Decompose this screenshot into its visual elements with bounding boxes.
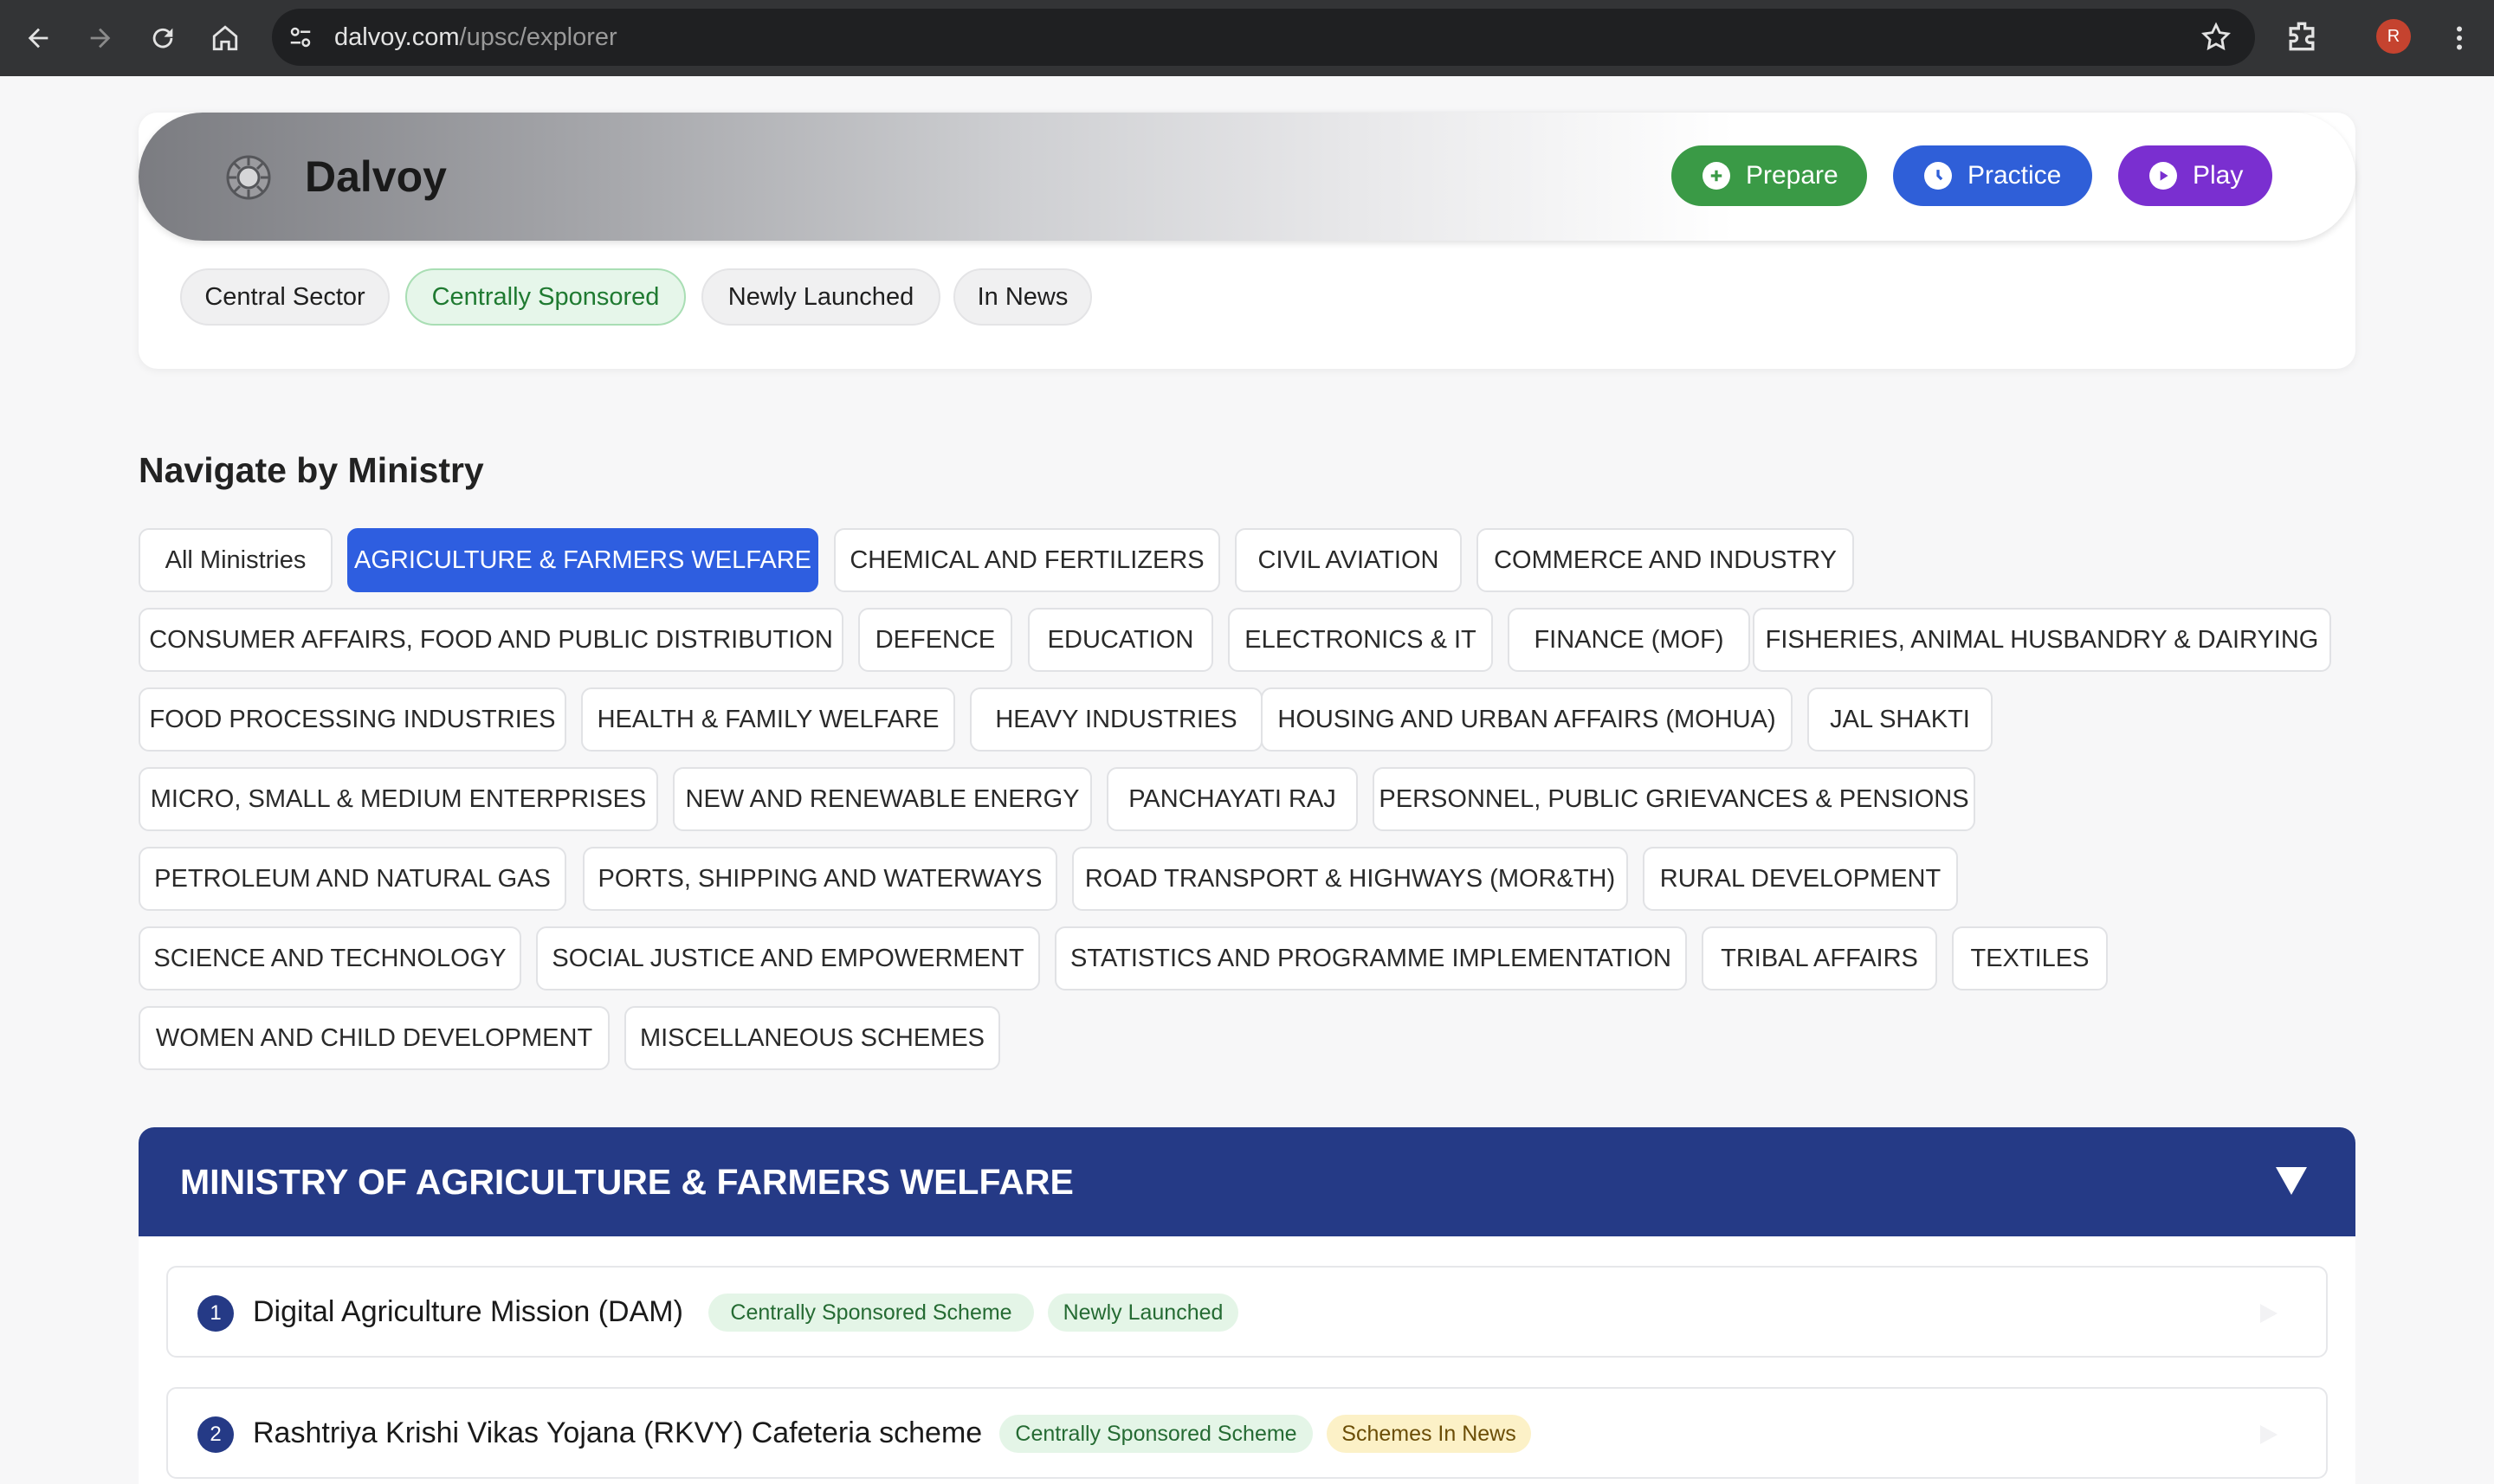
bookmark-star-icon[interactable] bbox=[2200, 21, 2232, 54]
scheme-name: Rashtriya Krishi Vikas Yojana (RKVY) Caf… bbox=[253, 1416, 983, 1449]
profile-avatar[interactable]: R bbox=[2376, 19, 2411, 54]
back-arrow-icon[interactable] bbox=[17, 17, 59, 59]
ministry-chip-tribal-affairs[interactable]: TRIBAL AFFAIRS bbox=[1702, 926, 1937, 990]
ministry-chip-statistics[interactable]: STATISTICS AND PROGRAMME IMPLEMENTATION bbox=[1055, 926, 1687, 990]
clock-icon bbox=[1924, 162, 1952, 190]
ministry-chip-consumer-affairs[interactable]: CONSUMER AFFAIRS, FOOD AND PUBLIC DISTRI… bbox=[139, 608, 843, 672]
ministry-chip-heavy-industries[interactable]: HEAVY INDUSTRIES bbox=[970, 687, 1263, 752]
ministry-chip-jal-shakti[interactable]: JAL SHAKTI bbox=[1807, 687, 1993, 752]
scheme-tag: Centrally Sponsored Scheme bbox=[999, 1415, 1313, 1453]
ministry-chip-social-justice[interactable]: SOCIAL JUSTICE AND EMPOWERMENT bbox=[536, 926, 1040, 990]
ministry-chip-personnel[interactable]: PERSONNEL, PUBLIC GRIEVANCES & PENSIONS bbox=[1373, 767, 1975, 831]
ministry-panel-title: MINISTRY OF AGRICULTURE & FARMERS WELFAR… bbox=[180, 1162, 1074, 1202]
ministry-chip-food-processing[interactable]: FOOD PROCESSING INDUSTRIES bbox=[139, 687, 566, 752]
category-central-sector[interactable]: Central Sector bbox=[180, 268, 390, 326]
ministry-chip-women-child[interactable]: WOMEN AND CHILD DEVELOPMENT bbox=[139, 1006, 610, 1070]
ministry-chip-agriculture[interactable]: AGRICULTURE & FARMERS WELFARE bbox=[347, 528, 818, 592]
expand-play-icon[interactable] bbox=[2257, 1423, 2279, 1446]
ministry-chip-all[interactable]: All Ministries bbox=[139, 528, 333, 592]
url-text: dalvoy.com/upsc/explorer bbox=[334, 9, 617, 66]
prepare-button[interactable]: Prepare bbox=[1671, 145, 1867, 206]
ministry-chip-road-transport[interactable]: ROAD TRANSPORT & HIGHWAYS (MOR&TH) bbox=[1072, 847, 1628, 911]
collapse-triangle-icon[interactable] bbox=[2274, 1165, 2309, 1197]
play-button[interactable]: Play bbox=[2118, 145, 2272, 206]
reload-icon[interactable] bbox=[142, 17, 184, 59]
scheme-tag: Schemes In News bbox=[1327, 1415, 1531, 1453]
expand-play-icon[interactable] bbox=[2257, 1302, 2279, 1325]
plus-circle-icon bbox=[1703, 162, 1730, 190]
ministry-chip-msme[interactable]: MICRO, SMALL & MEDIUM ENTERPRISES bbox=[139, 767, 658, 831]
ministry-chip-panchayati-raj[interactable]: PANCHAYATI RAJ bbox=[1107, 767, 1358, 831]
navigate-by-ministry-heading: Navigate by Ministry bbox=[139, 450, 484, 490]
top-card: Dalvoy Prepare Practice Play Central Sec… bbox=[139, 113, 2355, 369]
url-domain: dalvoy.com bbox=[334, 23, 460, 51]
scheme-tag: Centrally Sponsored Scheme bbox=[708, 1294, 1034, 1332]
category-in-news[interactable]: In News bbox=[953, 268, 1092, 326]
ministry-chip-miscellaneous[interactable]: MISCELLANEOUS SCHEMES bbox=[624, 1006, 1000, 1070]
address-bar[interactable]: dalvoy.com/upsc/explorer bbox=[272, 9, 2255, 66]
ministry-chip-defence[interactable]: DEFENCE bbox=[858, 608, 1012, 672]
ministry-chip-fisheries[interactable]: FISHERIES, ANIMAL HUSBANDRY & DAIRYING bbox=[1753, 608, 2331, 672]
menu-kebab-icon[interactable] bbox=[2442, 21, 2477, 55]
scheme-name: Digital Agriculture Mission (DAM) bbox=[253, 1295, 683, 1328]
category-newly-launched[interactable]: Newly Launched bbox=[701, 268, 940, 326]
extensions-icon[interactable] bbox=[2283, 17, 2321, 55]
forward-arrow-icon[interactable] bbox=[80, 17, 121, 59]
ministry-chip-renewable-energy[interactable]: NEW AND RENEWABLE ENERGY bbox=[673, 767, 1092, 831]
url-path: /upsc/explorer bbox=[459, 23, 617, 51]
practice-label: Practice bbox=[1967, 161, 2062, 190]
ministry-chip-commerce[interactable]: COMMERCE AND INDUSTRY bbox=[1476, 528, 1854, 592]
scheme-number-badge: 1 bbox=[197, 1295, 234, 1332]
category-centrally-sponsored[interactable]: Centrally Sponsored bbox=[405, 268, 686, 326]
play-icon bbox=[2149, 162, 2177, 190]
scheme-number-badge: 2 bbox=[197, 1416, 234, 1453]
ministry-chip-electronics[interactable]: ELECTRONICS & IT bbox=[1228, 608, 1493, 672]
prepare-label: Prepare bbox=[1746, 161, 1838, 190]
ministry-chip-rural-development[interactable]: RURAL DEVELOPMENT bbox=[1643, 847, 1958, 911]
hero-banner: Dalvoy Prepare Practice Play bbox=[139, 113, 2355, 241]
play-label: Play bbox=[2193, 161, 2244, 190]
ministry-chip-textiles[interactable]: TEXTILES bbox=[1952, 926, 2108, 990]
ministry-panel-header[interactable]: MINISTRY OF AGRICULTURE & FARMERS WELFAR… bbox=[139, 1127, 2355, 1236]
ministry-chip-chemical[interactable]: CHEMICAL AND FERTILIZERS bbox=[834, 528, 1220, 592]
scheme-row[interactable]: 1 Digital Agriculture Mission (DAM) Cent… bbox=[166, 1266, 2328, 1358]
ministry-chip-civil-aviation[interactable]: CIVIL AVIATION bbox=[1235, 528, 1462, 592]
site-settings-icon[interactable] bbox=[282, 19, 319, 55]
ministry-chip-education[interactable]: EDUCATION bbox=[1028, 608, 1213, 672]
ministry-chip-health[interactable]: HEALTH & FAMILY WELFARE bbox=[581, 687, 955, 752]
ministry-chip-petroleum[interactable]: PETROLEUM AND NATURAL GAS bbox=[139, 847, 566, 911]
ministry-chip-ports-shipping[interactable]: PORTS, SHIPPING AND WATERWAYS bbox=[583, 847, 1057, 911]
ministry-panel-body: 1 Digital Agriculture Mission (DAM) Cent… bbox=[139, 1236, 2355, 1484]
ministry-chip-finance[interactable]: FINANCE (MOF) bbox=[1508, 608, 1750, 672]
scheme-row[interactable]: 2 Rashtriya Krishi Vikas Yojana (RKVY) C… bbox=[166, 1387, 2328, 1479]
practice-button[interactable]: Practice bbox=[1893, 145, 2092, 206]
ministry-chip-science[interactable]: SCIENCE AND TECHNOLOGY bbox=[139, 926, 521, 990]
brand-name[interactable]: Dalvoy bbox=[305, 151, 447, 203]
scheme-tag: Newly Launched bbox=[1048, 1294, 1238, 1332]
logo-emblem-icon bbox=[223, 152, 274, 203]
home-icon[interactable] bbox=[204, 17, 246, 59]
browser-toolbar: dalvoy.com/upsc/explorer R bbox=[0, 0, 2494, 76]
ministry-chip-housing[interactable]: HOUSING AND URBAN AFFAIRS (MOHUA) bbox=[1261, 687, 1793, 752]
